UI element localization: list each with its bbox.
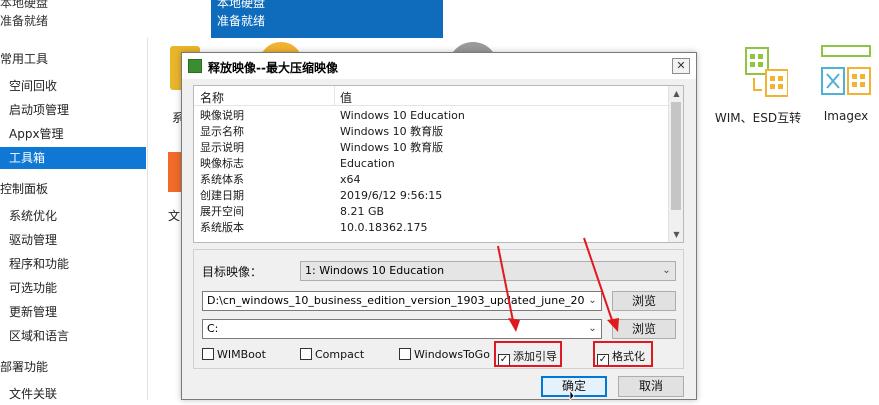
annotation-arrow-2	[583, 237, 615, 327]
mouse-cursor-icon	[569, 388, 575, 400]
annotation-arrow-1-head	[508, 318, 520, 332]
annotation-arrow-2-head	[607, 318, 619, 332]
annotation-arrows	[497, 237, 619, 400]
annotation-arrow-1	[497, 245, 515, 327]
